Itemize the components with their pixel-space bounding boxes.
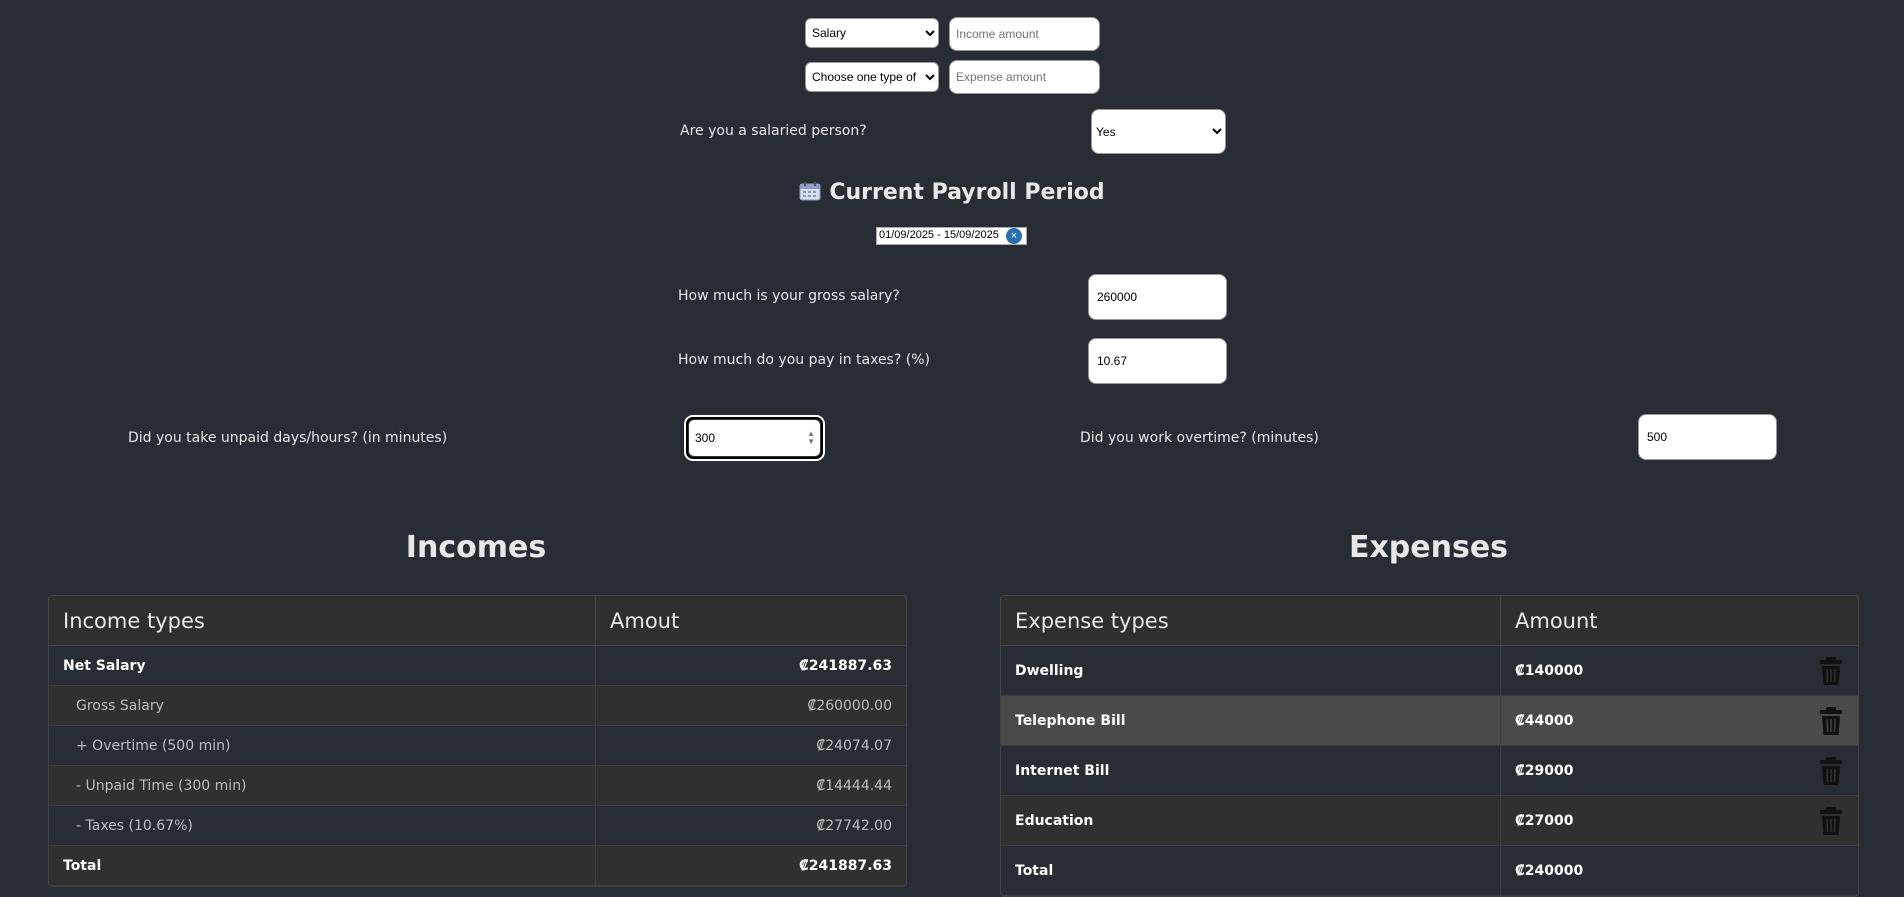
income-amount: ₡24074.07 — [595, 725, 906, 766]
income-amount-header: Amout — [595, 596, 906, 646]
income-amount: ₡241887.63 — [595, 645, 906, 686]
expenses-title: Expenses — [1348, 530, 1509, 565]
expenses-header-row: Expense types Amount — [1001, 596, 1858, 646]
income-amount: ₡260000.00 — [595, 685, 906, 726]
expense-amount: ₡140000 — [1515, 662, 1584, 679]
expense-amount-cell: ₡29000 — [1500, 745, 1858, 796]
income-amount: ₡14444.44 — [595, 765, 906, 806]
table-row: - Taxes (10.67%) ₡27742.00 — [49, 805, 906, 846]
incomes-header-row: Income types Amout — [49, 596, 906, 646]
income-amount-input[interactable] — [949, 17, 1100, 51]
expense-amount-cell: ₡44000 — [1500, 695, 1858, 746]
expense-amount-cell: ₡240000 — [1500, 845, 1858, 896]
calendar-icon — [799, 182, 821, 201]
number-spinner-icon[interactable]: ▲ ▼ — [807, 430, 815, 446]
overtime-question: Did you work overtime? (minutes) — [1080, 430, 1319, 446]
salaried-select[interactable]: Yes — [1091, 109, 1226, 154]
date-range-value: 01/09/2025 - 15/09/2025 — [879, 229, 999, 241]
expense-label: Dwelling — [1001, 645, 1501, 696]
expenses-table: Expense types Amount Dwelling ₡140000 Te… — [1000, 595, 1859, 897]
table-row: Internet Bill ₡29000 — [1001, 745, 1858, 796]
income-label: + Overtime (500 min) — [49, 725, 596, 766]
trash-icon[interactable] — [1820, 656, 1842, 685]
unpaid-minutes-input[interactable] — [688, 419, 821, 457]
expense-amount: ₡240000 — [1515, 862, 1584, 879]
incomes-title: Incomes — [405, 530, 547, 565]
table-row: + Overtime (500 min) ₡24074.07 — [49, 725, 906, 766]
table-row: Net Salary ₡241887.63 — [49, 645, 906, 686]
gross-salary-input[interactable] — [1088, 274, 1227, 320]
table-row: Gross Salary ₡260000.00 — [49, 685, 906, 726]
gross-salary-question: How much is your gross salary? — [678, 288, 900, 304]
income-amount: ₡27742.00 — [595, 805, 906, 846]
expense-type-select[interactable]: Choose one type of expense — [805, 62, 939, 92]
expense-types-header: Expense types — [1001, 596, 1501, 646]
table-row: Total ₡240000 — [1001, 845, 1858, 896]
income-label: - Taxes (10.67%) — [49, 805, 596, 846]
income-label: Net Salary — [49, 645, 596, 686]
trash-icon[interactable] — [1820, 756, 1842, 785]
tax-question: How much do you pay in taxes? (%) — [678, 352, 930, 368]
payroll-title: Current Payroll Period — [829, 180, 1105, 205]
unpaid-question: Did you take unpaid days/hours? (in minu… — [128, 430, 448, 446]
income-label: - Unpaid Time (300 min) — [49, 765, 596, 806]
table-row: Dwelling ₡140000 — [1001, 645, 1858, 696]
table-row: - Unpaid Time (300 min) ₡14444.44 — [49, 765, 906, 806]
expense-amount: ₡44000 — [1515, 712, 1574, 729]
table-row: Education ₡27000 — [1001, 795, 1858, 846]
expense-amount-input[interactable] — [949, 60, 1100, 94]
income-label: Gross Salary — [49, 685, 596, 726]
expense-amount-cell: ₡27000 — [1500, 795, 1858, 846]
expense-label: Internet Bill — [1001, 745, 1501, 796]
incomes-table: Income types Amout Net Salary ₡241887.63… — [48, 595, 907, 887]
income-type-select[interactable]: Salary — [805, 18, 939, 48]
expense-amount: ₡29000 — [1515, 762, 1574, 779]
unpaid-input-wrapper: ▲▼ — [684, 415, 825, 461]
clear-date-icon[interactable]: × — [1006, 228, 1022, 244]
trash-icon[interactable] — [1820, 806, 1842, 835]
tax-input[interactable] — [1088, 338, 1227, 384]
expense-amount-header: Amount — [1500, 596, 1858, 646]
overtime-minutes-input[interactable] — [1638, 414, 1777, 460]
payroll-title-row: Current Payroll Period — [0, 180, 1904, 205]
table-row: Telephone Bill ₡44000 — [1001, 695, 1858, 746]
date-range-picker[interactable]: 01/09/2025 - 15/09/2025 × — [876, 227, 1027, 245]
income-types-header: Income types — [49, 596, 596, 646]
trash-icon[interactable] — [1820, 706, 1842, 735]
expense-label: Education — [1001, 795, 1501, 846]
salaried-question: Are you a salaried person? — [680, 123, 867, 139]
expense-label: Telephone Bill — [1001, 695, 1501, 746]
expense-label: Total — [1001, 845, 1501, 896]
expense-amount-cell: ₡140000 — [1500, 645, 1858, 696]
expense-amount: ₡27000 — [1515, 812, 1574, 829]
